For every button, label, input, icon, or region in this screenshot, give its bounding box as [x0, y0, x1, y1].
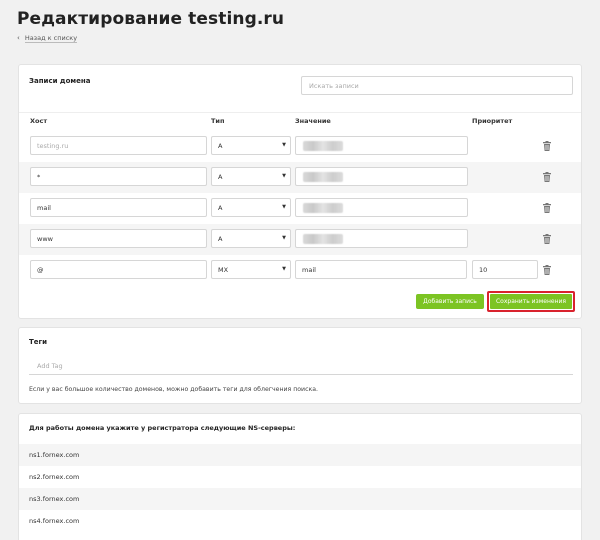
ns-server-row: ns1.fornex.com	[19, 444, 581, 466]
ns-servers-card: Для работы домена укажите у регистратора…	[18, 413, 582, 540]
caret-down-icon: ▼	[282, 173, 286, 179]
type-select[interactable]: A ▼	[211, 229, 291, 248]
redacted-value	[303, 234, 343, 244]
tags-card: Теги Add Tag Если у вас большое количест…	[18, 327, 582, 404]
type-select[interactable]: A ▼	[211, 167, 291, 186]
add-record-button[interactable]: Добавить запись	[416, 294, 484, 309]
records-title: Записи домена	[29, 77, 91, 85]
type-select[interactable]: MX ▼	[211, 260, 291, 279]
host-input[interactable]: www	[30, 229, 207, 248]
redacted-value	[303, 203, 343, 213]
record-row: testing.ru A ▼	[19, 131, 581, 162]
column-host: Хост	[30, 117, 48, 125]
save-changes-highlight: Сохранить изменения	[487, 291, 575, 312]
column-type: Тип	[211, 117, 225, 125]
chevron-left-icon: ‹	[17, 34, 20, 42]
value-input[interactable]	[295, 229, 468, 248]
page-title: Редактирование testing.ru	[17, 9, 285, 29]
trash-icon[interactable]	[543, 203, 551, 213]
value-input[interactable]	[295, 167, 468, 186]
redacted-value	[303, 141, 343, 151]
host-input[interactable]: @	[30, 260, 207, 279]
type-value: MX	[218, 266, 229, 274]
value-input[interactable]	[295, 198, 468, 217]
record-row: @ MX ▼ mail 10	[19, 255, 581, 286]
type-value: A	[218, 204, 223, 212]
trash-icon[interactable]	[543, 234, 551, 244]
tags-hint: Если у вас большое количество доменов, м…	[29, 386, 318, 393]
caret-down-icon: ▼	[282, 235, 286, 241]
back-link-label: Назад к списку	[24, 34, 78, 43]
ns-title: Для работы домена укажите у регистратора…	[29, 424, 296, 432]
records-search-input[interactable]	[301, 76, 573, 95]
priority-input[interactable]: 10	[472, 260, 538, 279]
type-value: A	[218, 142, 223, 150]
caret-down-icon: ▼	[282, 204, 286, 210]
ns-server-row: ns2.fornex.com	[29, 473, 80, 481]
type-value: A	[218, 173, 223, 181]
value-input[interactable]	[295, 136, 468, 155]
ns-server-row: ns4.fornex.com	[29, 517, 80, 525]
trash-icon[interactable]	[543, 265, 551, 275]
caret-down-icon: ▼	[282, 142, 286, 148]
record-row: * A ▼	[19, 162, 581, 193]
tags-title: Теги	[29, 338, 48, 346]
type-select[interactable]: A ▼	[211, 136, 291, 155]
column-value: Значение	[295, 117, 331, 125]
domain-records-card: Записи домена Хост Тип Значение Приорите…	[18, 64, 582, 319]
host-input[interactable]: mail	[30, 198, 207, 217]
host-input[interactable]: *	[30, 167, 207, 186]
save-changes-button[interactable]: Сохранить изменения	[490, 294, 572, 309]
records-table-header: Хост Тип Значение Приоритет	[19, 112, 581, 130]
trash-icon[interactable]	[543, 172, 551, 182]
redacted-value	[303, 172, 343, 182]
host-input[interactable]: testing.ru	[30, 136, 207, 155]
record-row: mail A ▼	[19, 193, 581, 224]
add-tag-input[interactable]: Add Tag	[29, 358, 573, 375]
ns-server-row: ns3.fornex.com	[19, 488, 581, 510]
caret-down-icon: ▼	[282, 266, 286, 272]
type-select[interactable]: A ▼	[211, 198, 291, 217]
type-value: A	[218, 235, 223, 243]
record-row: www A ▼	[19, 224, 581, 255]
trash-icon[interactable]	[543, 141, 551, 151]
value-input[interactable]: mail	[295, 260, 467, 279]
column-priority: Приоритет	[472, 117, 513, 125]
back-link[interactable]: ‹ Назад к списку	[17, 34, 78, 43]
